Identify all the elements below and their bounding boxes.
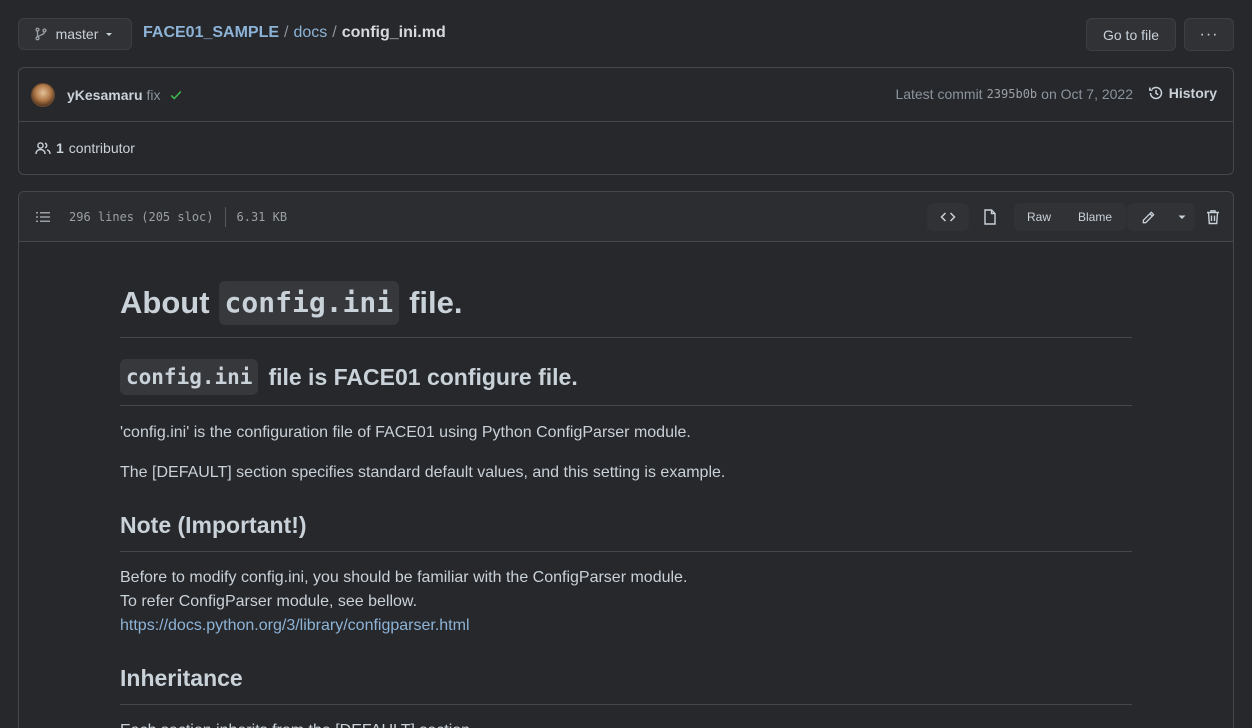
outline-list-icon[interactable] [35, 209, 51, 225]
delete-button[interactable] [1203, 203, 1223, 231]
commit-date: on Oct 7, 2022 [1041, 86, 1133, 102]
edit-options-dropdown[interactable] [1169, 203, 1195, 231]
file-size: 6.31 KB [236, 209, 288, 224]
heading-text: file. [409, 285, 463, 320]
commit-meta: Latest commit 2395b0b on Oct 7, 2022 [895, 86, 1133, 102]
trash-icon [1207, 210, 1219, 225]
inline-code: config.ini [218, 281, 400, 325]
edit-button[interactable] [1127, 203, 1169, 231]
breadcrumb-repo-link[interactable]: FACE01_SAMPLE [143, 24, 279, 42]
note-line-2: To refer ConfigParser module, see bellow… [120, 593, 418, 610]
latest-commit-label: Latest commit [895, 86, 983, 102]
file-line-count: 296 lines (205 sloc) [69, 209, 214, 224]
history-icon [1148, 86, 1163, 100]
git-branch-icon [35, 27, 47, 41]
preview-button[interactable] [977, 203, 1003, 231]
breadcrumb-file: config_ini.md [341, 24, 446, 41]
blame-button[interactable]: Blame [1064, 203, 1126, 231]
caret-down-icon [1178, 215, 1186, 219]
commit-message[interactable]: fix [147, 87, 161, 103]
breadcrumb-separator: / [332, 24, 337, 41]
file-header: 296 lines (205 sloc) 6.31 KB Raw Blame [19, 192, 1233, 242]
markdown-body: About config.ini file. config.ini file i… [120, 243, 1132, 728]
raw-button[interactable]: Raw [1014, 203, 1064, 231]
file-icon [984, 209, 996, 225]
check-icon[interactable] [169, 88, 183, 102]
heading-note: Note (Important!) [120, 509, 1132, 552]
breadcrumb-dir-link[interactable]: docs [294, 24, 328, 42]
contributors-count: 1 [56, 140, 64, 156]
contributors-row[interactable]: 1 contributor [19, 122, 1233, 174]
paragraph: The [DEFAULT] section specifies standard… [120, 464, 726, 481]
people-icon [35, 142, 51, 155]
contributors-label: contributor [68, 140, 135, 156]
note-line-1: Before to modify config.ini, you should … [120, 569, 688, 586]
latest-commit-row: yKesamaru fix Latest commit 2395b0b on O… [19, 68, 1233, 122]
branch-selector[interactable]: master [18, 18, 132, 50]
commit-box: yKesamaru fix Latest commit 2395b0b on O… [18, 67, 1234, 175]
paragraph: Each section inherits from the [DEFAULT]… [120, 719, 1132, 728]
heading-config-ini: config.ini file is FACE01 configure file… [120, 359, 1132, 406]
go-to-file-button[interactable]: Go to file [1086, 18, 1176, 51]
breadcrumb: FACE01_SAMPLE / docs / config_ini.md [143, 24, 446, 42]
avatar[interactable] [31, 82, 55, 107]
divider [224, 206, 226, 227]
commit-sha-link[interactable]: 2395b0b [987, 87, 1038, 101]
heading-inheritance: Inheritance [120, 662, 1132, 705]
file-info: 296 lines (205 sloc) 6.31 KB [69, 206, 288, 227]
commit-author[interactable]: yKesamaru [67, 87, 143, 103]
caret-down-icon [106, 33, 113, 36]
history-label: History [1168, 85, 1217, 101]
inline-code: config.ini [120, 359, 259, 395]
pencil-icon [1142, 210, 1155, 223]
file-viewer: 296 lines (205 sloc) 6.31 KB Raw Blame A… [18, 191, 1234, 728]
configparser-docs-link[interactable]: https://docs.python.org/3/library/config… [120, 617, 470, 634]
paragraph-note: Before to modify config.ini, you should … [120, 566, 1132, 638]
paragraph: 'config.ini' is the configuration file o… [120, 424, 691, 441]
heading-text: About [120, 285, 210, 320]
breadcrumb-separator: / [284, 24, 289, 41]
branch-name: master [55, 26, 99, 42]
code-icon [940, 212, 956, 222]
history-button[interactable]: History [1148, 85, 1217, 101]
heading-about: About config.ini file. [120, 243, 1132, 338]
heading-text: file is FACE01 configure file. [268, 364, 578, 390]
kebab-icon: ··· [1199, 25, 1219, 43]
more-options-button[interactable]: ··· [1184, 18, 1234, 51]
code-view-button[interactable] [927, 203, 969, 231]
